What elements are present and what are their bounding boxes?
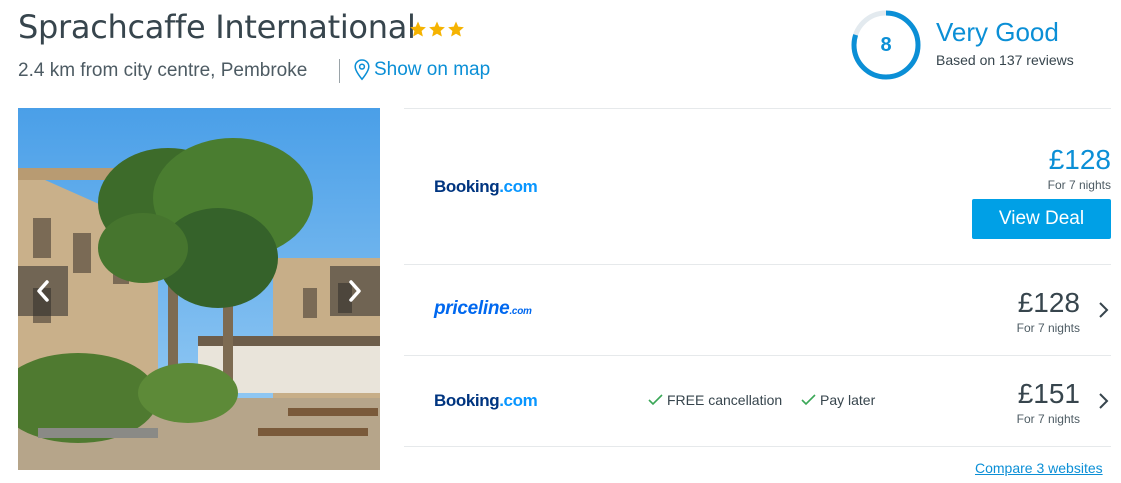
provider-logo-priceline[interactable]: priceline.com xyxy=(434,298,532,320)
chevron-right-icon xyxy=(349,280,361,302)
photo-prev-button[interactable] xyxy=(18,266,68,316)
provider-name: Booking xyxy=(434,177,500,196)
show-on-map-label[interactable]: Show on map xyxy=(374,59,490,81)
check-icon xyxy=(648,394,663,406)
price-note: For 7 nights xyxy=(1016,412,1080,426)
divider xyxy=(404,446,1111,447)
divider xyxy=(339,59,340,83)
star-icon xyxy=(429,21,445,37)
view-deal-button[interactable]: View Deal xyxy=(972,199,1111,239)
provider-logo-booking[interactable]: Booking.com xyxy=(434,391,538,411)
photo-next-button[interactable] xyxy=(330,266,380,316)
perk-label: FREE cancellation xyxy=(667,392,783,408)
chevron-right-icon[interactable] xyxy=(1096,392,1110,410)
provider-name: Booking xyxy=(434,391,500,410)
perk-label: Pay later xyxy=(820,392,876,408)
star-icon xyxy=(410,21,426,37)
provider-name: priceline xyxy=(434,298,510,319)
deal-price[interactable]: £128 xyxy=(1000,144,1111,176)
rating-label: Very Good xyxy=(936,17,1059,47)
divider xyxy=(404,264,1111,265)
provider-logo-booking[interactable]: Booking.com xyxy=(434,177,538,197)
star-icon xyxy=(448,21,464,37)
show-on-map-link[interactable]: Show on map xyxy=(354,59,490,81)
provider-suffix: .com xyxy=(499,391,538,410)
deal-price[interactable]: £128 xyxy=(960,287,1080,319)
check-icon xyxy=(801,394,816,406)
price-note: For 7 nights xyxy=(1047,178,1111,192)
chevron-left-icon xyxy=(37,280,49,302)
provider-suffix: .com xyxy=(509,306,532,317)
hotel-photo[interactable] xyxy=(18,108,380,470)
deal-price[interactable]: £151 xyxy=(960,378,1080,410)
map-pin-icon xyxy=(354,59,370,81)
perk-free-cancellation: FREE cancellation xyxy=(648,392,782,408)
divider xyxy=(404,108,1111,109)
perk-pay-later: Pay later xyxy=(801,392,875,408)
hotel-location: 2.4 km from city centre, Pembroke xyxy=(18,60,308,81)
star-rating xyxy=(409,20,465,38)
hotel-name: Sprachcaffe International xyxy=(18,8,416,46)
price-note: For 7 nights xyxy=(1016,321,1080,335)
compare-websites-link[interactable]: Compare 3 websites xyxy=(975,460,1103,476)
divider xyxy=(404,355,1111,356)
provider-suffix: .com xyxy=(499,177,538,196)
rating-score: 8 xyxy=(880,34,892,56)
chevron-right-icon[interactable] xyxy=(1096,301,1110,319)
review-count: Based on 137 reviews xyxy=(936,52,1074,68)
